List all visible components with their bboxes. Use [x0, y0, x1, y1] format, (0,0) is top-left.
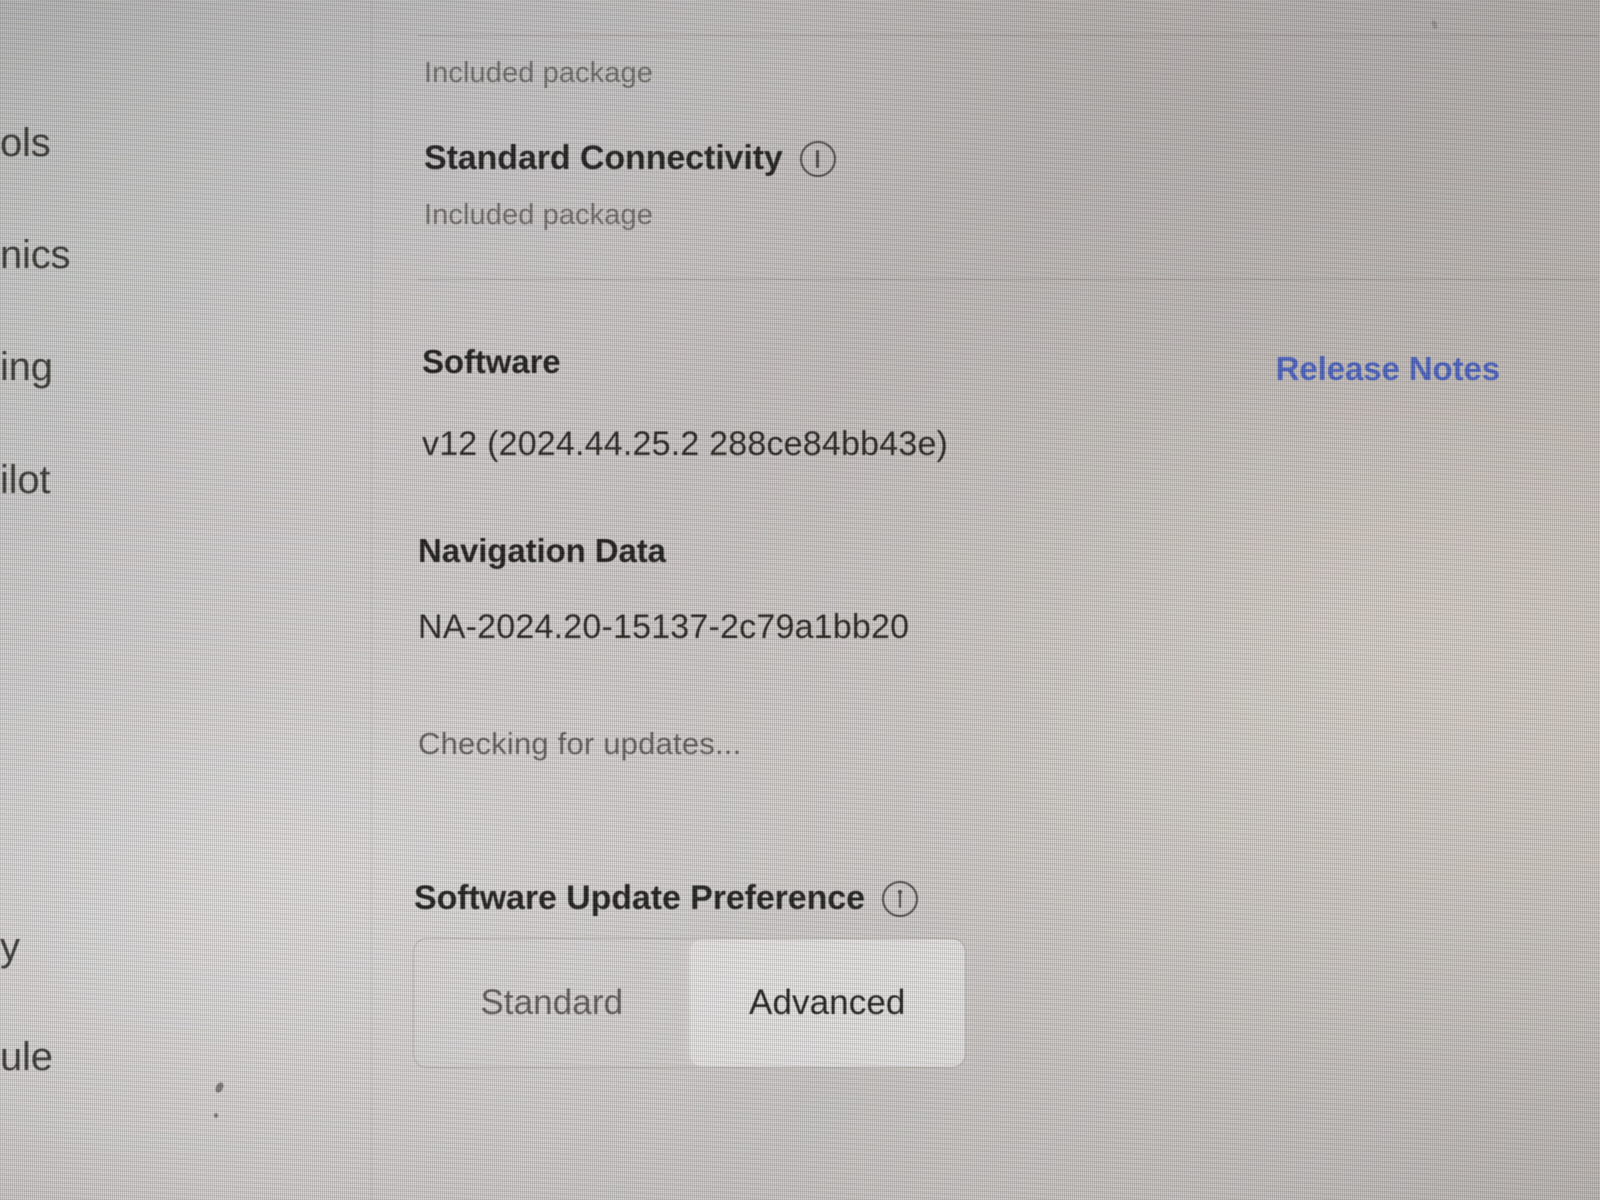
- photo-vignette: [0, 0, 1600, 1200]
- device-touchscreen: ols nics ing ilot y ule Included package…: [0, 0, 1600, 1200]
